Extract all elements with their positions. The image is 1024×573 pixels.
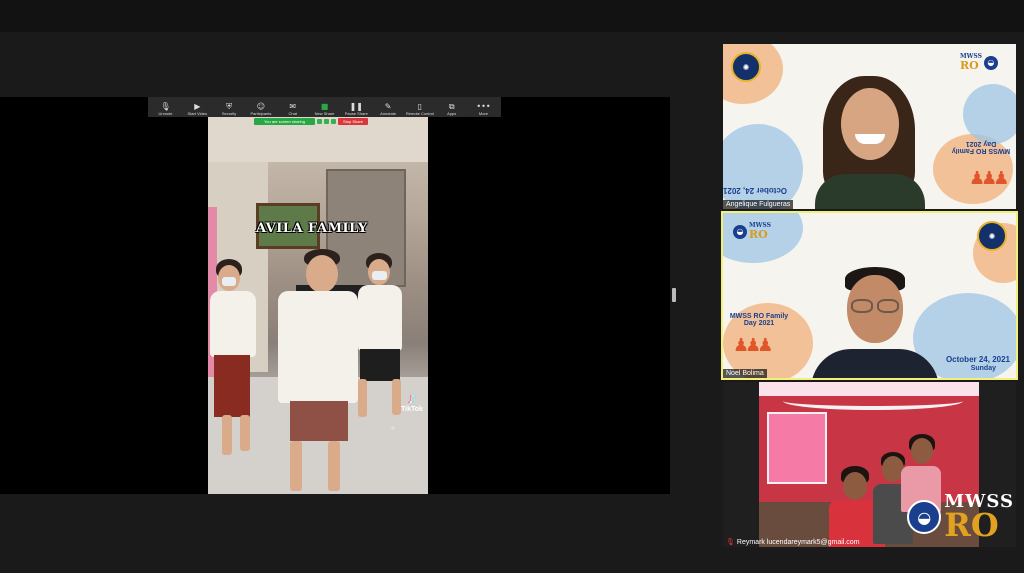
mwss-ro-watermark: ◒ MWSS RO: [907, 493, 1014, 541]
anniversary-seal-icon: ✺: [977, 221, 1007, 251]
start-video-button[interactable]: ▶ Start Video: [184, 102, 211, 116]
participant-tile-noel[interactable]: ◒ MWSS RO ✺ MWSS RO Family Day 2021 ♟♟♟ …: [721, 211, 1018, 380]
participants-button[interactable]: ☺ Participants: [247, 102, 274, 116]
participant-name: Angelique Fulgueras: [723, 200, 794, 209]
panel-resize-handle[interactable]: [672, 288, 676, 302]
participants-icon: ☺: [256, 102, 266, 111]
anniversary-seal-icon: ✺: [731, 52, 761, 82]
event-date-mirrored: October 24, 2021: [723, 186, 788, 195]
pause-share-button[interactable]: ❚❚ Pause Share: [343, 102, 370, 116]
more-button[interactable]: ••• More: [470, 102, 497, 116]
screen-sharing-banner: You are screen sharing Stop Share: [254, 117, 396, 125]
dancer-boy: [348, 253, 418, 443]
tiktok-watermark: ♪ TikTok: [401, 393, 423, 413]
event-date: October 24, 2021: [945, 355, 1010, 364]
mwss-ro-logo: ◒ MWSS RO: [733, 223, 771, 240]
mwss-ro-logo: MWSS RO ◒: [960, 54, 998, 71]
event-title: MWSS RO Family Day 2021: [729, 313, 789, 327]
remote-control-icon: ▯: [417, 102, 423, 111]
tiktok-icon: ♪: [408, 393, 416, 406]
meeting-toolbar: 🎙 Unmute ▶ Start Video ⛨ Security ☺ Part…: [148, 97, 501, 117]
tiktok-handle: @: [391, 425, 396, 430]
chat-icon: ✉: [289, 102, 297, 111]
shield-icon: ⛨: [226, 102, 233, 111]
participant-video-noel: [803, 265, 943, 378]
participant-tile-angelique[interactable]: ✺ MWSS RO ◒ MWSS RO Family Day 2021 Octo…: [723, 44, 1016, 209]
participant-name: Reymark lucendareymark5@gmail.com: [736, 539, 860, 546]
participant-name: Noel Bolima: [723, 369, 767, 378]
more-icon: •••: [476, 102, 491, 111]
event-day: Sunday: [970, 365, 996, 372]
annotate-button[interactable]: ✎ Annotate: [375, 102, 402, 116]
video-title-overlay: AVILA FAMILY: [256, 221, 368, 236]
microphone-off-icon: 🎙: [160, 102, 171, 111]
mwss-mark-icon: ◒: [733, 224, 747, 239]
pause-icon: ❚❚: [349, 102, 363, 111]
share-screen-icon: ■: [320, 102, 329, 111]
video-off-icon: ▶: [194, 102, 201, 111]
mwss-mark-icon: ◒: [907, 500, 942, 534]
shared-video: AVILA FAMILY ♪ TikTok @: [208, 117, 428, 494]
top-bar: [0, 0, 1024, 32]
participant-video-angelique: [805, 72, 935, 209]
mwss-mark-icon: ◒: [983, 55, 998, 70]
participant-name-tag: 🎙 Reymark lucendareymark5@gmail.com: [723, 538, 863, 547]
new-share-button[interactable]: ■ New Share: [311, 102, 338, 116]
sharing-control-dot[interactable]: [331, 118, 336, 124]
remote-control-button[interactable]: ▯ Remote Control: [406, 102, 434, 116]
microphone-muted-icon: 🎙: [726, 538, 735, 546]
unmute-button[interactable]: 🎙 Unmute: [152, 102, 179, 116]
chat-button[interactable]: ✉ Chat: [279, 102, 306, 116]
family-icon: ♟♟♟: [733, 335, 773, 356]
stop-share-button[interactable]: Stop Share: [338, 117, 369, 125]
apps-button[interactable]: ⧉ Apps: [438, 102, 465, 116]
participant-tile-reymark[interactable]: ◒ MWSS RO 🎙 Reymark lucendareymark5@gmail…: [723, 382, 1016, 547]
apps-icon: ⧉: [448, 102, 455, 111]
sharing-control-dot[interactable]: [324, 118, 329, 124]
sharing-control-dot[interactable]: [317, 118, 322, 124]
pen-icon: ✎: [384, 102, 392, 111]
family-icon: ♟♟♟: [969, 168, 1009, 189]
event-title-mirrored: MWSS RO Family Day 2021: [951, 140, 1011, 154]
sharing-status: You are screen sharing: [254, 117, 315, 125]
security-button[interactable]: ⛨ Security: [216, 102, 243, 116]
